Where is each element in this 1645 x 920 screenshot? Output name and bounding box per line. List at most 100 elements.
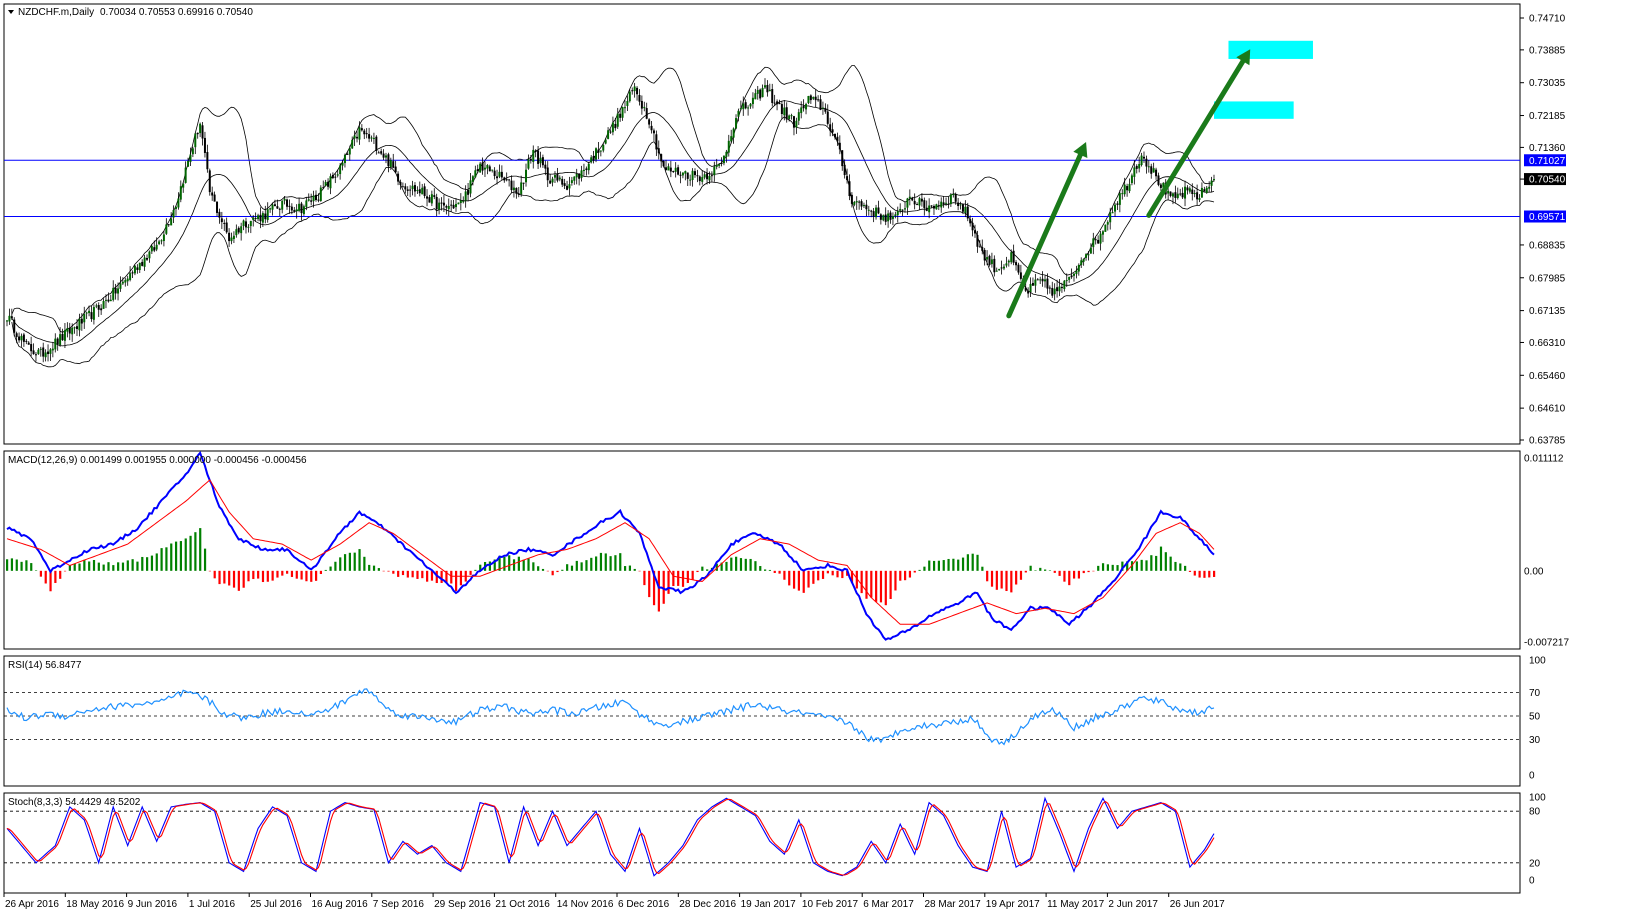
macd-histogram-bar <box>54 570 57 583</box>
candle-body <box>247 226 250 228</box>
candle-body <box>61 333 64 341</box>
candle-body <box>500 171 503 178</box>
macd-histogram-bar <box>667 570 670 594</box>
candle <box>983 247 986 266</box>
macd-histogram-bar <box>754 561 757 571</box>
y-tick-label: 0.65460 <box>1529 371 1566 382</box>
candle <box>1082 258 1085 266</box>
macd-histogram-bar <box>763 569 767 571</box>
candle-body <box>474 170 477 178</box>
candle <box>1080 257 1083 269</box>
chart-canvas[interactable]: 0.74710 0.73885 0.73035 0.72185 0.71360 0.705… <box>0 0 1645 915</box>
candle <box>631 87 634 95</box>
candle-body <box>6 320 8 322</box>
candle-body <box>582 169 585 172</box>
macd-tick-label: 0.011112 <box>1524 454 1564 465</box>
candle-body <box>452 204 455 209</box>
candle-body <box>30 344 33 352</box>
candle <box>689 174 692 186</box>
macd-histogram-bar <box>34 570 38 571</box>
price-tag-text: 0.69571 <box>1529 212 1566 223</box>
candle <box>15 331 18 344</box>
candle-body <box>539 157 542 164</box>
candle <box>368 127 371 143</box>
candle <box>90 305 93 322</box>
candle-body <box>1188 188 1191 192</box>
macd-histogram-bar <box>566 564 569 571</box>
candle-body <box>662 160 665 167</box>
candle-body <box>162 234 165 241</box>
candle-body <box>341 162 344 166</box>
candle <box>44 349 47 362</box>
macd-histogram-bar <box>961 557 965 571</box>
candle-body <box>766 84 769 93</box>
candle <box>1048 285 1051 294</box>
macd-histogram-bar <box>527 558 530 571</box>
macd-histogram-bar <box>904 570 907 581</box>
macd-histogram-bar <box>957 559 960 571</box>
candle <box>829 117 832 137</box>
macd-histogram-bar <box>759 566 762 571</box>
candle <box>172 205 175 223</box>
stoch-pane <box>4 796 1520 877</box>
chart-window[interactable]: 0.74710 0.73885 0.73035 0.72185 0.71360 0.705… <box>0 0 1645 915</box>
candle <box>553 171 556 183</box>
candle-body <box>8 315 11 322</box>
candle-body <box>674 167 677 172</box>
candle-body <box>15 333 18 337</box>
candle <box>817 95 820 102</box>
candle <box>928 198 931 219</box>
candle <box>447 198 450 217</box>
candle-body <box>375 136 378 151</box>
candle <box>701 170 704 185</box>
macd-histogram-bar <box>595 556 598 571</box>
macd-histogram-bar <box>406 570 409 578</box>
candle-body <box>232 235 235 240</box>
candle-body <box>302 206 305 215</box>
macd-histogram-bar <box>821 570 825 579</box>
candle <box>858 200 861 210</box>
candle <box>182 182 185 193</box>
candle-body <box>838 142 841 150</box>
candle-body <box>860 201 863 207</box>
candle-body <box>467 189 470 195</box>
candle <box>889 210 892 224</box>
candle-body <box>1140 155 1143 166</box>
macd-histogram-bar <box>126 560 129 571</box>
ohlc-label: 0.70034 0.70553 0.69916 0.70540 <box>100 7 253 18</box>
candle-body <box>1200 187 1203 198</box>
candle-body <box>508 179 511 181</box>
candle <box>298 197 301 213</box>
candle-body <box>426 196 429 199</box>
candle-body <box>230 237 233 242</box>
symbol-label: NZDCHF.m,Daily <box>18 7 94 18</box>
candle <box>578 173 581 186</box>
candle-body <box>611 122 614 133</box>
candle-body <box>281 200 284 210</box>
candle-body <box>983 249 986 261</box>
dropdown-triangle-icon[interactable] <box>8 10 14 14</box>
candle <box>549 174 552 185</box>
macd-histogram-bar <box>1174 561 1177 571</box>
candle-body <box>133 265 136 274</box>
candle-body <box>677 167 680 175</box>
candle <box>404 183 407 194</box>
candle-body <box>616 113 619 127</box>
candle <box>1142 151 1145 163</box>
candle-body <box>423 186 426 196</box>
candle <box>319 185 322 202</box>
candle <box>397 171 400 186</box>
candle-body <box>865 204 868 210</box>
macd-histogram-bar <box>363 556 366 571</box>
candle <box>450 200 453 213</box>
candle-body <box>1147 166 1150 168</box>
x-tick-label: 16 Aug 2016 <box>312 899 369 910</box>
macd-histogram-bar <box>1097 565 1100 571</box>
candle <box>597 141 600 160</box>
candle-body <box>1157 175 1160 185</box>
candle <box>503 176 506 183</box>
macd-histogram-bar <box>339 557 342 571</box>
candle <box>906 197 909 216</box>
candle-body <box>1099 233 1102 244</box>
macd-histogram-bar <box>546 570 549 572</box>
